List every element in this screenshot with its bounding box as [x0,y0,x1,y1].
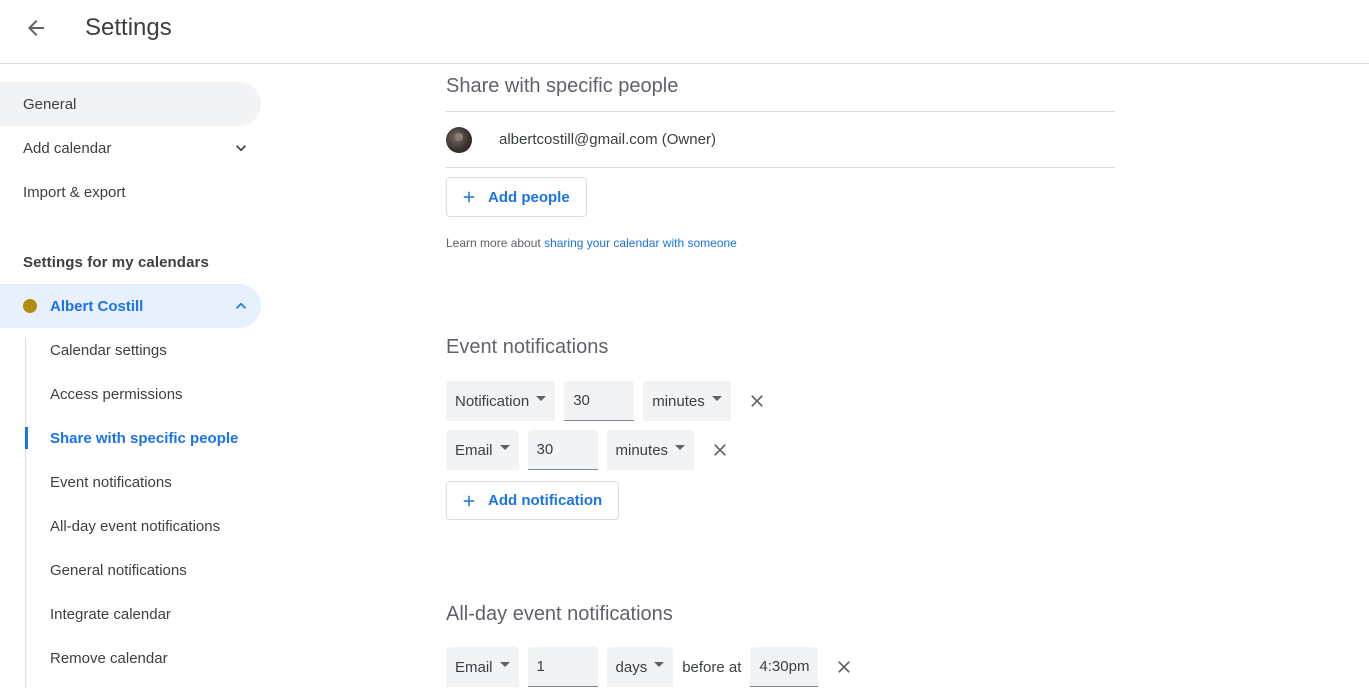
sidebar-subitem-event-notifications[interactable]: Event notifications [26,460,261,504]
before-at-label: before at [682,658,742,676]
notification-time-input[interactable] [527,647,598,687]
sidebar-subitem-integrate-calendar[interactable]: Integrate calendar [26,592,261,636]
learn-more-prefix: Learn more about [446,236,545,250]
close-icon [838,661,851,673]
remove-notification-button[interactable] [705,435,735,465]
sidebar-item-label: Import & export [23,183,126,201]
sidebar-item-general[interactable]: General [0,82,261,126]
app-header: Settings [0,0,1369,64]
dropdown-arrow-icon [499,661,510,667]
calendar-name: Albert Costill [50,297,144,315]
select-value: minutes [652,392,705,410]
event-notifications-title: Event notifications [446,336,609,358]
close-icon [750,395,763,407]
sidebar-subitem-general-notifications[interactable]: General notifications [26,548,261,592]
select-value: minutes [615,441,669,459]
plus-icon [463,191,475,203]
add-people-label: Add people [488,188,570,206]
learn-more-text: Learn more about sharing your calendar w… [446,236,737,250]
chevron-down-icon [236,145,246,152]
chevron-up-icon [236,302,246,309]
time-of-day-value: 4:30pm [759,658,810,675]
arrow-back-icon [28,20,44,36]
share-section-title: Share with specific people [446,75,679,97]
notification-unit-select[interactable]: days [606,647,674,687]
sidebar-subitem-calendar-settings[interactable]: Calendar settings [26,328,261,372]
select-value: Notification [455,392,530,410]
dropdown-arrow-icon [654,661,665,667]
notification-time-input[interactable] [564,381,635,421]
plus-icon [463,495,475,506]
notification-time-of-day-field[interactable]: 4:30pm [750,647,819,687]
notification-unit-select[interactable]: minutes [606,430,695,470]
shared-person-row: albertcostill@gmail.com (Owner) [446,112,1115,167]
sidebar-subitem-remove-calendar[interactable]: Remove calendar [26,636,261,680]
dropdown-arrow-icon [675,444,686,450]
sidebar-item-add-calendar[interactable]: Add calendar [0,126,261,170]
close-icon [714,444,726,456]
add-notification-label: Add notification [488,492,603,509]
shared-person-email: albertcostill@gmail.com (Owner) [499,131,716,148]
notification-unit-select[interactable]: minutes [643,381,731,421]
avatar [446,126,472,153]
sidebar-item-label: General [23,95,77,113]
remove-notification-button[interactable] [742,386,772,416]
my-calendars-heading: Settings for my calendars [23,254,209,271]
notification-type-select[interactable]: Notification [446,381,556,421]
select-value: Email [455,658,493,676]
add-people-button[interactable]: Add people [446,177,587,217]
sharing-help-link[interactable]: sharing your calendar with someone [544,236,737,250]
notification-time-input[interactable] [527,430,598,470]
sidebar-subitem-all-day-event-notifications[interactable]: All-day event notifications [26,504,261,548]
settings-sidebar: General Add calendar Import & export Set… [0,65,280,688]
page-title: Settings [85,14,172,41]
notification-type-select[interactable]: Email [446,647,519,687]
add-notification-button[interactable]: Add notification [446,481,620,520]
select-value: days [615,658,648,676]
event-notification-row: Email minutes [446,430,735,470]
sidebar-subitem-access-permissions[interactable]: Access permissions [26,372,261,416]
sidebar-item-import-export[interactable]: Import & export [0,170,261,214]
sidebar-calendar-albert-costill[interactable]: Albert Costill [0,284,261,328]
share-divider-bottom [446,167,1115,168]
sidebar-item-label: Add calendar [23,139,112,157]
remove-notification-button[interactable] [829,652,859,682]
event-notification-row: Notification minutes [446,381,772,421]
allday-notification-row: Email days before at 4:30pm [446,647,859,687]
dropdown-arrow-icon [536,395,547,401]
sidebar-subitem-share-with-specific-people[interactable]: Share with specific people [25,416,261,460]
dropdown-arrow-icon [499,444,510,450]
back-button[interactable] [16,8,56,48]
allday-notifications-title: All-day event notifications [446,603,673,625]
dropdown-arrow-icon [711,395,722,401]
select-value: Email [455,441,493,459]
calendar-color-dot [23,299,37,313]
notification-type-select[interactable]: Email [446,430,519,470]
